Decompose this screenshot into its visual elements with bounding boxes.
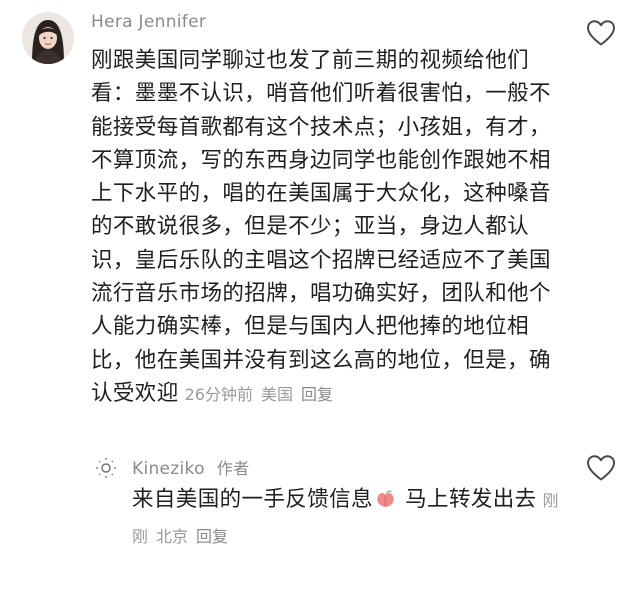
- comment-body: 刚跟美国同学聊过也发了前三期的视频给他们看：墨墨不认识，哨音他们听着很害怕，一般…: [91, 44, 563, 411]
- reply-location: 北京: [156, 527, 189, 546]
- reply-author[interactable]: Kineziko 作者: [132, 455, 249, 479]
- heart-outline-icon[interactable]: [586, 19, 616, 47]
- heart-outline-icon[interactable]: [586, 454, 616, 482]
- reply-text-start: 来自美国的一手反馈信息: [132, 487, 373, 512]
- reply-button[interactable]: 回复: [196, 527, 228, 546]
- sun-avatar-icon[interactable]: [92, 454, 120, 482]
- comment-location: 美国: [260, 384, 293, 404]
- reply-item: Kineziko 作者 来自美国的一手反馈信息 马上转发出去 刚刚 北京 回复: [0, 445, 640, 591]
- reply-author-name[interactable]: Kineziko: [132, 459, 205, 479]
- comment-text: 刚跟美国同学聊过也发了前三期的视频给他们看：墨墨不认识，哨音他们听着很害怕，一般…: [91, 48, 551, 406]
- reply-body: 来自美国的一手反馈信息 马上转发出去 刚刚 北京 回复: [132, 482, 564, 554]
- comment-time: 26分钟前: [184, 384, 253, 404]
- comment-meta: 26分钟前 美国 回复: [185, 385, 333, 404]
- comment-author[interactable]: Hera Jennifer: [91, 12, 206, 32]
- reply-text-end: 马上转发出去: [397, 487, 537, 512]
- comment-item: Hera Jennifer 刚跟美国同学聊过也发了前三期的视频给他们看：墨墨不认…: [0, 0, 640, 445]
- author-badge: 作者: [216, 459, 250, 478]
- user-avatar-icon[interactable]: [22, 12, 74, 64]
- reply-button[interactable]: 回复: [301, 385, 333, 404]
- peach-emoji-icon: [377, 490, 394, 507]
